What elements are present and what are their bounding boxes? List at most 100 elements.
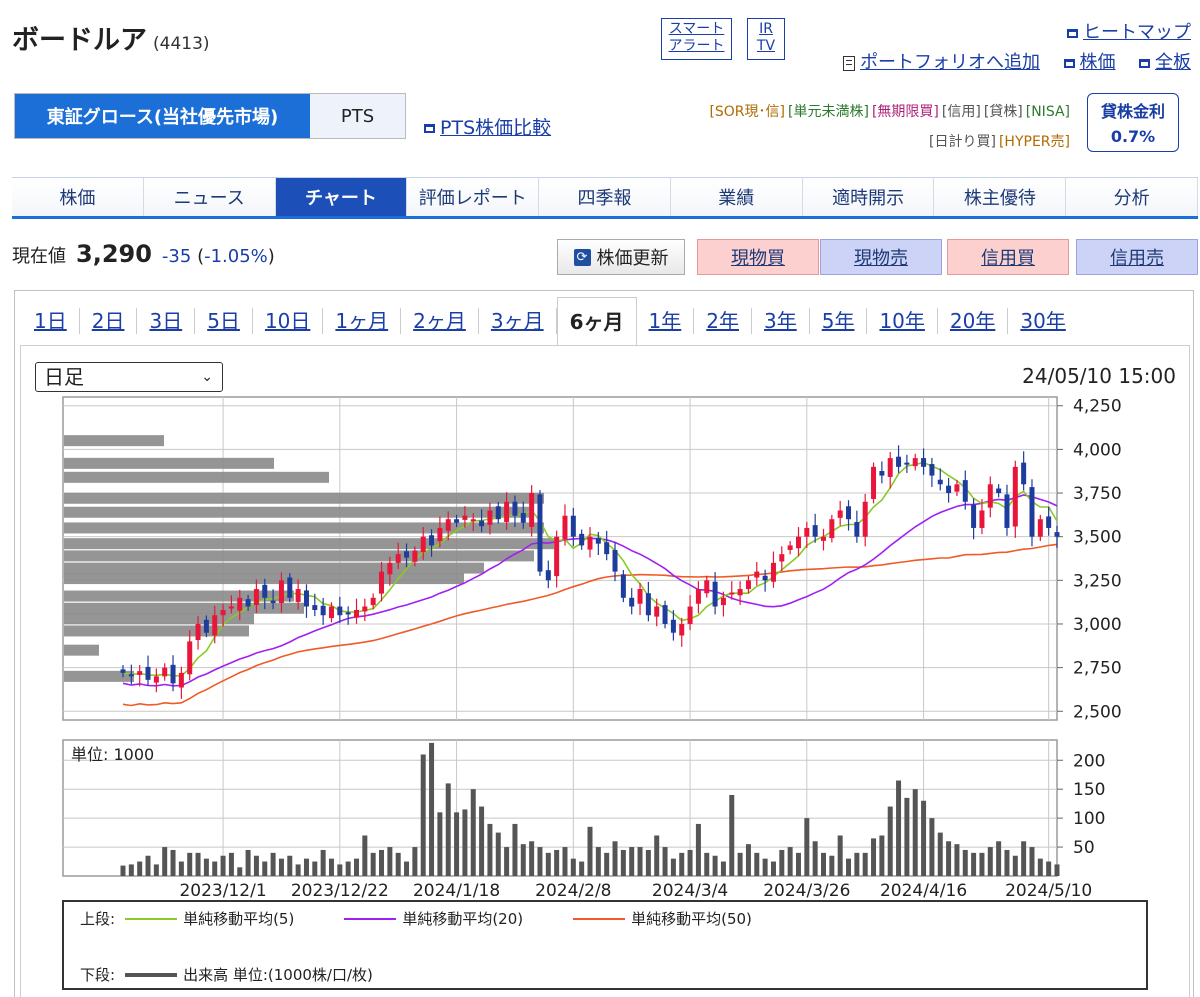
candle-body [912,458,918,467]
candle-body [795,536,801,549]
candle-body [987,484,993,508]
candle-body [645,593,651,616]
candle-body [520,512,526,523]
legend-ma5: 単純移動平均(5) [183,910,295,928]
volume-tick-label: 200 [1073,751,1105,771]
volume-profile-bar [64,522,544,534]
candle-body [762,575,768,581]
volume-bar [687,849,693,876]
candle-body [946,485,952,494]
volume-bar [837,835,843,876]
candle-body [971,504,977,528]
volume-bar [787,847,793,876]
candle-body [962,480,968,502]
volume-bar [379,849,385,876]
volume-bar [120,865,126,876]
volume-bar [754,852,760,876]
volume-tick-label: 100 [1073,809,1105,829]
volume-bar [178,861,184,876]
volume-bar [495,832,501,876]
candle-body [779,554,785,562]
candle-body [328,606,334,619]
volume-bar [1054,864,1060,876]
volume-bar [303,858,309,876]
candle-body [720,597,726,606]
volume-bar [328,858,334,876]
volume-bar [712,855,718,876]
volume-bar [979,852,985,876]
volume-profile-bar [64,590,294,602]
volume-bar [345,861,351,876]
candle-body [312,605,318,611]
candle-body [604,542,610,555]
volume-bar [854,852,860,876]
trade-button[interactable]: 信用売 [1076,239,1198,275]
candle-body [462,515,468,520]
volume-bar [846,858,852,876]
price-tick-label: 2,500 [1073,702,1122,722]
volume-bar [1029,847,1035,876]
candle-body [954,484,960,492]
candle-body [454,519,460,523]
candle-body [654,606,660,617]
candle-body [128,674,134,677]
volume-bar [554,849,560,876]
volume-bar [128,864,134,876]
volume-bar [887,806,893,876]
volume-profile-bar [64,492,544,504]
volume-bar [1046,861,1052,876]
volume-bar [1021,841,1027,876]
candle-body [162,667,168,677]
legend-ma20-swatch [344,917,397,920]
x-tick-label: 2024/3/26 [763,881,850,901]
candle-body [295,589,301,602]
candle-body [212,615,218,636]
legend-ma50-swatch [573,917,626,920]
price-tick-label: 3,250 [1073,571,1122,591]
volume-bar [654,835,660,876]
trade-button[interactable]: 現物売 [820,239,942,275]
candle-body [387,562,393,575]
volume-bar [737,852,743,876]
candle-body [554,536,560,577]
volume-bar [1037,858,1043,876]
volume-bar [987,847,993,876]
candle-body [854,522,860,537]
volume-bar [437,812,443,876]
candle-body [704,580,710,594]
x-tick-label: 2023/12/22 [291,881,389,901]
candle-body [145,666,151,680]
volume-bar [228,852,234,876]
volume-bar [162,847,168,876]
volume-bar [896,780,902,876]
candle-body [729,592,735,595]
volume-bar [512,823,518,876]
candle-body [470,519,476,522]
price-tick-label: 2,750 [1073,659,1122,679]
legend-ma5-swatch [125,917,178,920]
volume-tick-label: 50 [1073,838,1095,858]
trade-button[interactable]: 現物買 [697,239,819,275]
volume-bar [579,861,585,876]
candle-body [812,525,818,537]
volume-bar [912,789,918,876]
volume-bar [937,832,943,876]
x-tick-label: 2024/3/4 [652,881,728,901]
volume-bar [220,855,226,876]
volume-profile-bar [64,538,554,550]
candle-body [879,471,885,476]
volume-bar [704,852,710,876]
volume-bar [203,858,209,876]
candle-body [1004,494,1010,528]
trade-button[interactable]: 信用買 [947,239,1069,275]
candle-body [195,623,201,641]
candle-body [1054,532,1060,537]
candle-body [354,610,359,618]
volume-bar [570,858,576,876]
volume-bar [487,823,493,876]
candle-body [821,536,826,541]
volume-bar [395,852,401,876]
volume-bar [904,797,910,876]
volume-bar [795,852,801,876]
volume-bar [745,844,751,876]
